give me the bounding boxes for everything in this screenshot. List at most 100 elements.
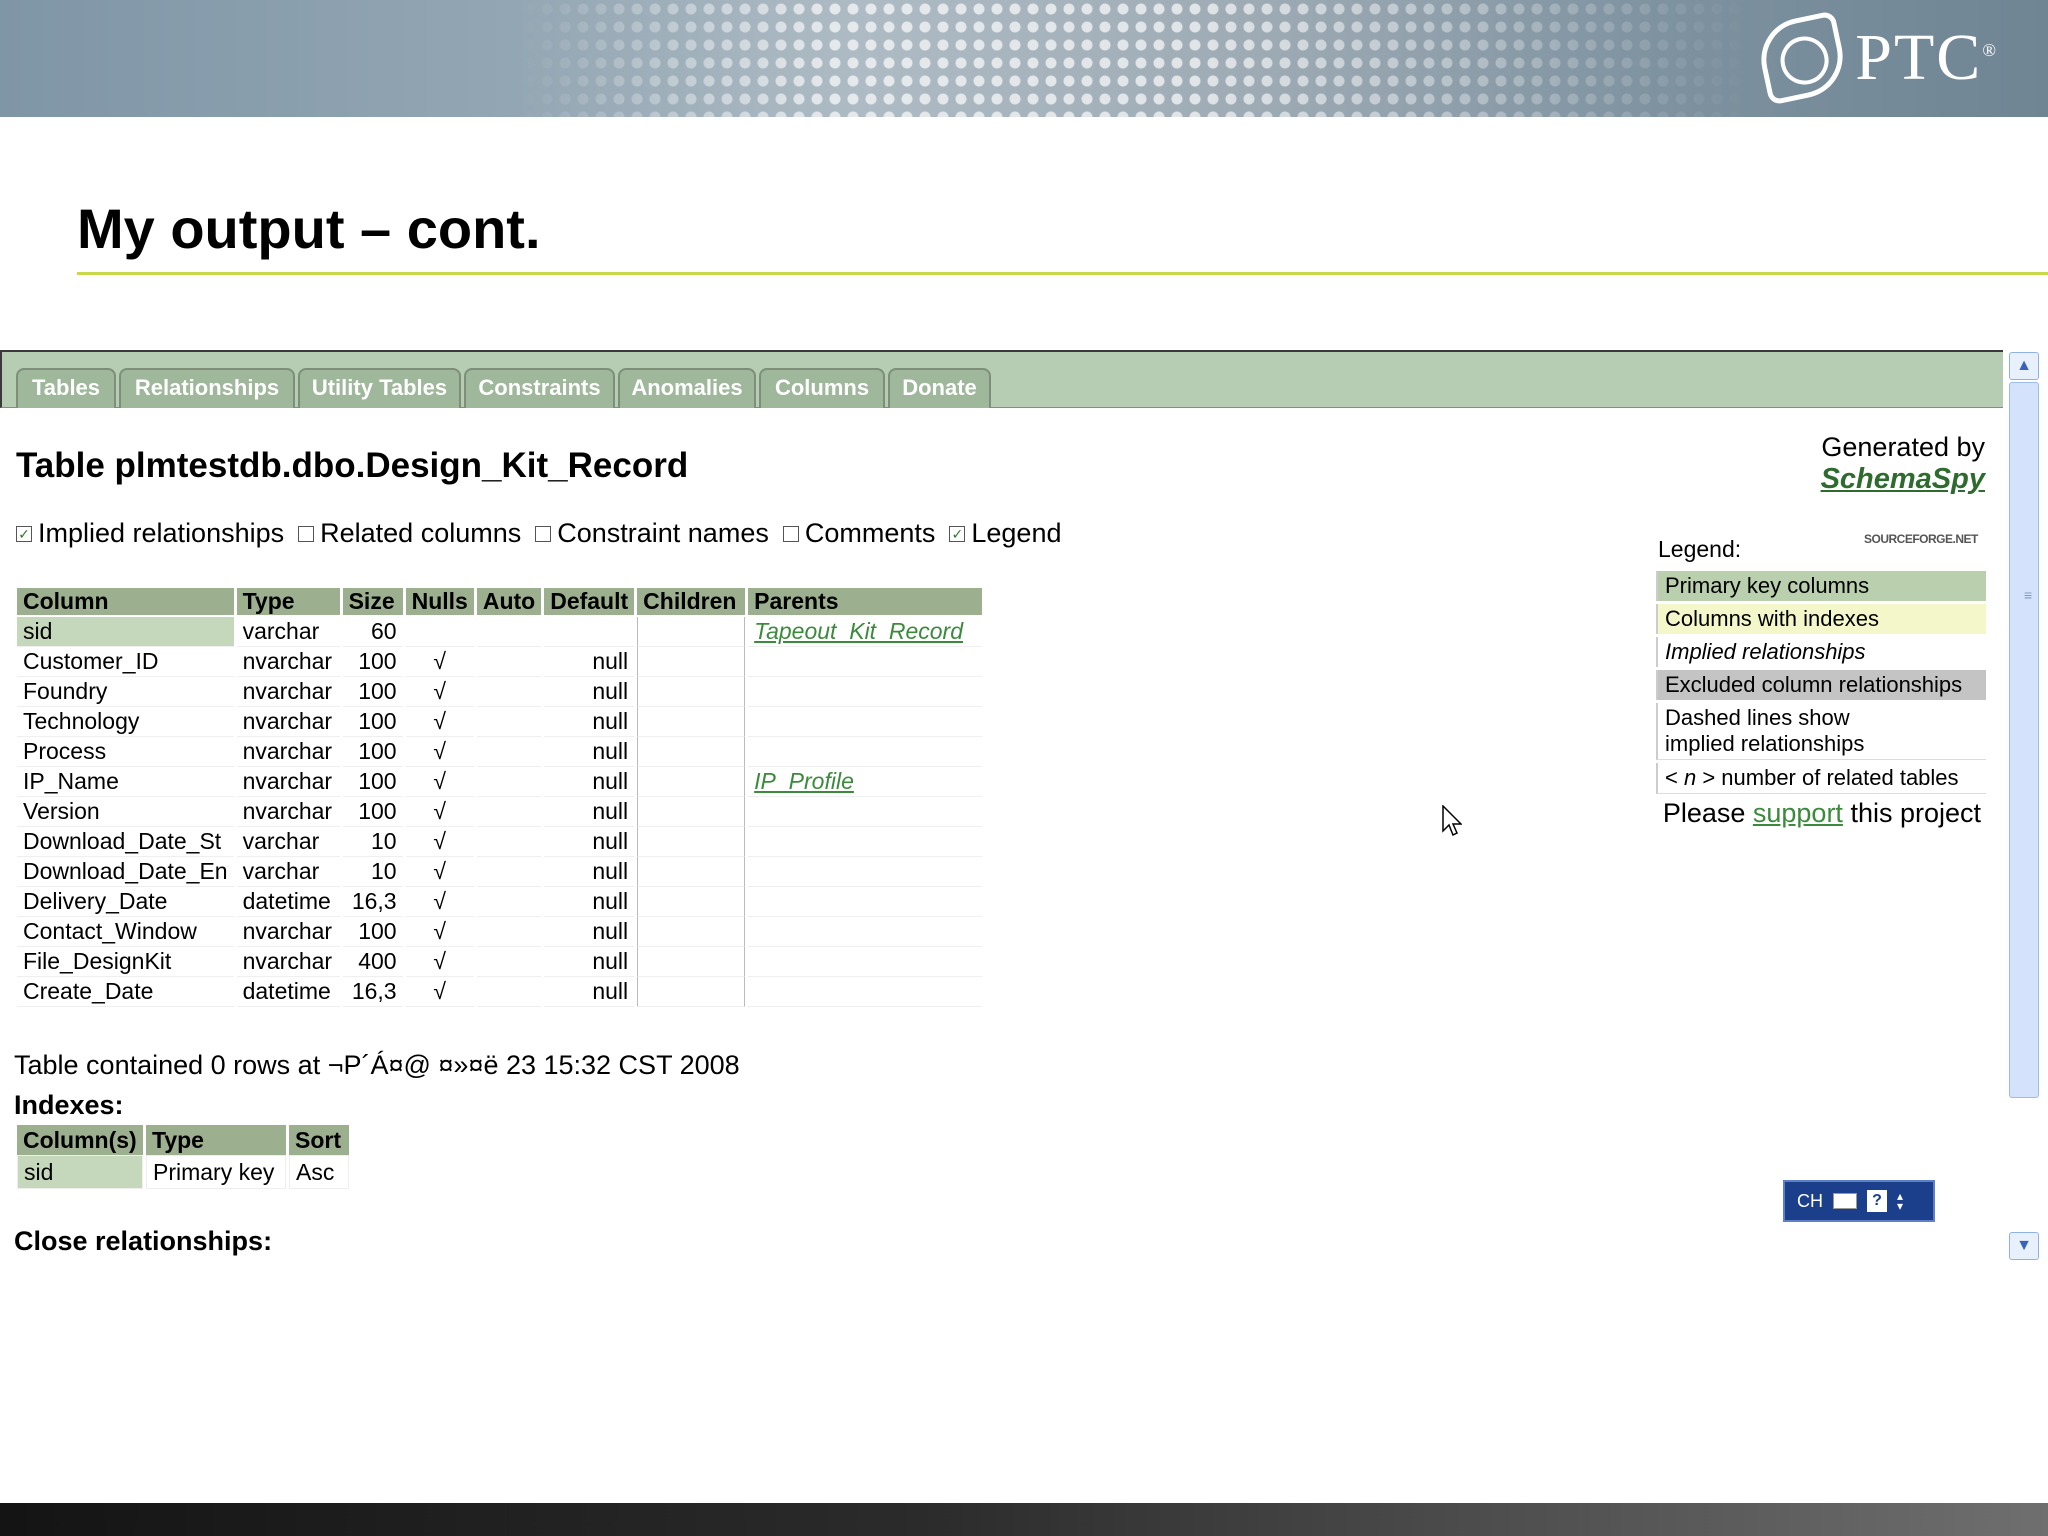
cell-auto xyxy=(476,917,542,947)
cell-children xyxy=(637,767,746,797)
option-related-columns[interactable]: Related columns xyxy=(298,518,521,549)
cell-column: Foundry xyxy=(17,677,234,707)
support-link[interactable]: support xyxy=(1753,798,1843,828)
cell-auto xyxy=(476,617,542,647)
table-row: sid varchar 60 Tapeout_Kit_Record xyxy=(17,617,983,647)
cell-type: datetime xyxy=(236,887,340,917)
idx-cell-type: Primary key xyxy=(146,1155,286,1189)
cell-column: Version xyxy=(17,797,234,827)
cell-column: Download_Date_St xyxy=(17,827,234,857)
idx-header-sort: Sort xyxy=(289,1125,349,1155)
cell-type: nvarchar xyxy=(236,797,340,827)
cell-size: 100 xyxy=(342,767,403,797)
table-row: IP_Name nvarchar 100 √ null IP_Profile xyxy=(17,767,983,797)
cell-type: nvarchar xyxy=(236,947,340,977)
scroll-up-icon[interactable]: ▲ xyxy=(2009,352,2039,380)
col-header-auto[interactable]: Auto xyxy=(476,588,542,617)
table-row: Version nvarchar 100 √ null xyxy=(17,797,983,827)
legend-related-count: < n > number of related tables xyxy=(1656,763,1986,794)
schemaspy-tab-bar: Tables Relationships Utility Tables Cons… xyxy=(0,350,2003,408)
cell-size: 100 xyxy=(342,677,403,707)
table-row: Customer_ID nvarchar 100 √ null xyxy=(17,647,983,677)
col-header-nulls[interactable]: Nulls xyxy=(405,588,474,617)
tab-columns[interactable]: Columns xyxy=(759,368,885,408)
grip-icon: ≡ xyxy=(2024,587,2033,603)
idx-cell-sort: Asc xyxy=(289,1155,349,1189)
tab-anomalies[interactable]: Anomalies xyxy=(618,368,756,408)
options-arrow-icon[interactable]: ▴ ▾ xyxy=(1897,1190,1903,1212)
scrollbar-thumb[interactable]: ≡ xyxy=(2009,382,2039,1098)
tab-constraints[interactable]: Constraints xyxy=(464,368,615,408)
sourceforge-logo[interactable]: SOURCEFORGE.NET xyxy=(1864,528,1986,550)
tab-donate[interactable]: Donate xyxy=(888,368,991,408)
col-header-parents[interactable]: Parents xyxy=(748,588,983,617)
legend-table: Primary key columns Columns with indexes… xyxy=(1656,568,1986,797)
help-icon[interactable]: ? xyxy=(1867,1190,1887,1212)
option-implied-relationships[interactable]: ✓ Implied relationships xyxy=(16,518,284,549)
cell-column: Customer_ID xyxy=(17,647,234,677)
cell-size: 100 xyxy=(342,737,403,767)
language-code[interactable]: CH xyxy=(1797,1191,1823,1212)
checkbox-icon[interactable] xyxy=(782,525,799,542)
idx-header-columns: Column(s) xyxy=(17,1125,143,1155)
option-comments[interactable]: Comments xyxy=(782,518,935,549)
language-bar[interactable]: CH ? ▴ ▾ xyxy=(1783,1180,1935,1222)
cell-type: nvarchar xyxy=(236,647,340,677)
cell-auto xyxy=(476,977,542,1007)
table-row: Create_Date datetime 16,3 √ null xyxy=(17,977,983,1007)
table-heading: Table plmtestdb.dbo.Design_Kit_Record xyxy=(16,446,689,485)
cell-auto xyxy=(476,677,542,707)
cell-nulls: √ xyxy=(405,857,474,887)
cell-nulls: √ xyxy=(405,947,474,977)
legend-implied: Implied relationships xyxy=(1656,637,1986,667)
cell-default: null xyxy=(544,677,635,707)
col-header-column[interactable]: Column xyxy=(17,588,234,617)
cell-column: IP_Name xyxy=(17,767,234,797)
cell-nulls: √ xyxy=(405,647,474,677)
checkbox-checked-icon[interactable]: ✓ xyxy=(949,525,966,542)
cell-column: Process xyxy=(17,737,234,767)
tab-utility-tables[interactable]: Utility Tables xyxy=(298,368,461,408)
col-header-default[interactable]: Default xyxy=(544,588,635,617)
cell-children xyxy=(637,647,746,677)
cell-default: null xyxy=(544,827,635,857)
parent-table-link[interactable]: Tapeout_Kit_Record xyxy=(754,618,963,644)
cell-type: nvarchar xyxy=(236,917,340,947)
title-divider xyxy=(77,272,2048,275)
cell-default: null xyxy=(544,977,635,1007)
tab-tables[interactable]: Tables xyxy=(16,368,116,408)
cell-nulls: √ xyxy=(405,767,474,797)
checkbox-icon[interactable] xyxy=(298,525,315,542)
cell-type: nvarchar xyxy=(236,677,340,707)
indexes-heading: Indexes: xyxy=(14,1090,124,1120)
option-legend[interactable]: ✓ Legend xyxy=(949,518,1061,549)
ptc-logo-icon xyxy=(1753,10,1851,106)
cell-nulls: √ xyxy=(405,827,474,857)
table-row: File_DesignKit nvarchar 400 √ null xyxy=(17,947,983,977)
cell-nulls: √ xyxy=(405,887,474,917)
cell-nulls: √ xyxy=(405,677,474,707)
scroll-down-icon[interactable]: ▼ xyxy=(2009,1232,2039,1260)
cell-column: Download_Date_En xyxy=(17,857,234,887)
col-header-type[interactable]: Type xyxy=(236,588,340,617)
schemaspy-link[interactable]: SchemaSpy xyxy=(1821,463,1985,496)
vertical-scrollbar[interactable]: ▲ ≡ ▼ xyxy=(2003,350,2048,1264)
col-header-children[interactable]: Children xyxy=(637,588,746,617)
cell-default: null xyxy=(544,797,635,827)
cell-default: null xyxy=(544,857,635,887)
col-header-size[interactable]: Size xyxy=(342,588,403,617)
cell-parents xyxy=(748,887,983,917)
parent-table-link[interactable]: IP_Profile xyxy=(754,768,854,794)
cell-nulls: √ xyxy=(405,977,474,1007)
cell-default xyxy=(544,617,635,647)
cell-nulls xyxy=(405,617,474,647)
checkbox-checked-icon[interactable]: ✓ xyxy=(16,525,32,542)
checkbox-icon[interactable] xyxy=(535,525,552,542)
cell-children xyxy=(637,707,746,737)
tab-relationships[interactable]: Relationships xyxy=(119,368,295,408)
legend-excluded: Excluded column relationships xyxy=(1656,670,1986,700)
option-constraint-names[interactable]: Constraint names xyxy=(535,518,769,549)
keyboard-icon[interactable] xyxy=(1833,1193,1857,1209)
generated-by: Generated by SchemaSpy xyxy=(1821,432,1985,496)
support-text: Please support this project xyxy=(1662,798,1981,828)
